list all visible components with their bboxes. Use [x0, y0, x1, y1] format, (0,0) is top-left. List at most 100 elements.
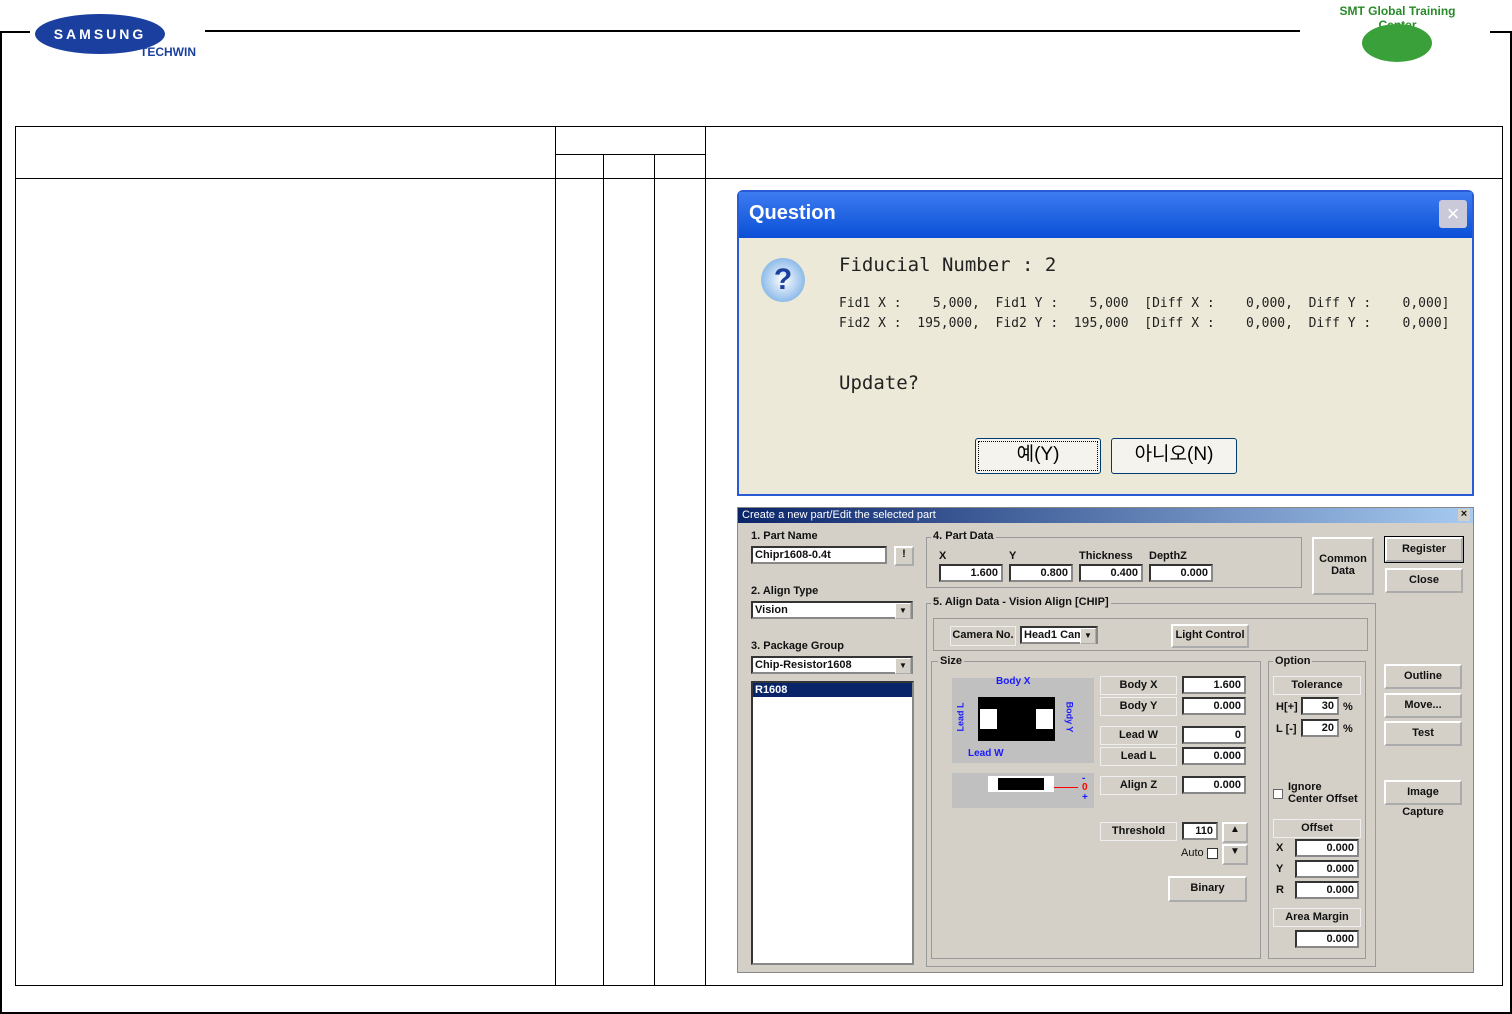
part-dialog-title: Create a new part/Edit the selected part [738, 508, 1473, 523]
zero-line [1054, 787, 1078, 788]
test-button[interactable]: Test [1384, 721, 1462, 746]
align-z-button[interactable]: Align Z [1100, 776, 1177, 795]
offset-y-input[interactable]: 0.000 [1295, 860, 1359, 878]
table-header-rule [15, 178, 1503, 179]
lead-l-button[interactable]: Lead L [1100, 747, 1177, 766]
chip-body [978, 697, 1055, 741]
part-name-input[interactable]: Chipr1608-0.4t [751, 546, 887, 564]
update-prompt: Update? [839, 372, 920, 394]
size-label: Size [938, 655, 965, 667]
offset-x-input[interactable]: 0.000 [1295, 839, 1359, 857]
common-data-button[interactable]: Common Data [1312, 537, 1374, 595]
camera-label: Camera No. [950, 626, 1016, 646]
part-dialog: Create a new part/Edit the selected part… [737, 507, 1474, 973]
question-dialog: Question × ? Fiducial Number : 2 Fid1 X … [737, 190, 1474, 496]
ignore-center-checkbox[interactable] [1273, 789, 1283, 799]
lead-l-input[interactable]: 0.000 [1182, 747, 1246, 765]
chip-diagram: Body X Lead L Body Y Lead W [952, 676, 1094, 763]
align-type-value: Vision [755, 604, 788, 616]
offset-label: Offset [1273, 819, 1361, 838]
table-subheader-rule [555, 154, 705, 155]
lead-w-input[interactable]: 0 [1182, 726, 1246, 744]
threshold-input[interactable]: 110 [1182, 822, 1218, 840]
depth-input[interactable]: 0.000 [1149, 564, 1213, 582]
list-item[interactable]: R1608 [753, 683, 912, 697]
part-name-button[interactable]: ! [894, 546, 914, 566]
move-button[interactable]: Move... [1384, 693, 1462, 718]
ignore-center-label: Ignore Center Offset [1288, 781, 1358, 805]
lead-l-label: Lead L [955, 702, 966, 732]
chip-side [988, 776, 1054, 792]
area-margin-label: Area Margin [1273, 908, 1361, 927]
training-center-logo: SMT Global Training Center [1339, 4, 1456, 32]
no-button[interactable]: 아니오(N) [1111, 438, 1237, 474]
fid2-line: Fid2 X : 195,000, Fid2 Y : 195,000 [Diff… [839, 316, 1450, 331]
threshold-down-button[interactable]: ▼ [1222, 844, 1248, 865]
area-margin-input[interactable]: 0.000 [1295, 930, 1359, 948]
question-icon: ? [761, 258, 805, 302]
close-icon[interactable]: × [1458, 509, 1470, 521]
package-group-value: Chip-Resistor1608 [755, 659, 852, 671]
package-list[interactable]: R1608 [751, 681, 914, 965]
close-button[interactable]: Close [1385, 568, 1463, 593]
offset-r-input[interactable]: 0.000 [1295, 881, 1359, 899]
camera-select[interactable]: Head1 Cam ▼ [1020, 626, 1098, 644]
y-label: Y [1009, 550, 1017, 562]
question-title: Question [739, 192, 1472, 238]
light-control-button[interactable]: Light Control [1171, 624, 1249, 648]
body-y-button[interactable]: Body Y [1100, 697, 1177, 716]
body-y-input[interactable]: 0.000 [1182, 697, 1246, 715]
close-icon[interactable]: × [1439, 200, 1467, 228]
outline-button[interactable]: Outline [1384, 664, 1462, 689]
auto-label: Auto [1181, 847, 1204, 859]
camera-value: Head1 Cam [1024, 629, 1084, 641]
align-z-input[interactable]: 0.000 [1182, 776, 1246, 794]
yes-button[interactable]: 예(Y) [975, 438, 1101, 474]
chevron-down-icon[interactable]: ▼ [1080, 628, 1096, 644]
l-input[interactable]: 20 [1301, 719, 1339, 737]
threshold-button[interactable]: Threshold [1100, 822, 1177, 841]
plus-label: + [1082, 792, 1088, 803]
binary-button[interactable]: Binary [1168, 876, 1247, 902]
part-data-label: 4. Part Data [931, 530, 996, 542]
chevron-down-icon[interactable]: ▼ [895, 658, 911, 674]
offset-y-label: Y [1276, 863, 1284, 875]
h-label: H[+] [1276, 701, 1298, 713]
align-type-select[interactable]: Vision ▼ [751, 601, 913, 619]
image-capture-button[interactable]: Image Capture [1384, 780, 1462, 818]
body-x-input[interactable]: 1.600 [1182, 676, 1246, 694]
lead-pad [1036, 709, 1053, 729]
lead-w-button[interactable]: Lead W [1100, 726, 1177, 745]
option-label: Option [1273, 655, 1313, 667]
align-data-label: 5. Align Data - Vision Align [CHIP] [931, 596, 1111, 608]
fiducial-number: Fiducial Number : 2 [839, 254, 1057, 276]
offset-r-label: R [1276, 884, 1284, 896]
x-input[interactable]: 1.600 [939, 564, 1003, 582]
tolerance-label: Tolerance [1273, 676, 1361, 695]
thickness-input[interactable]: 0.400 [1079, 564, 1143, 582]
col-line [603, 154, 604, 986]
part-name-label: 1. Part Name [751, 530, 818, 542]
x-label: X [939, 550, 947, 562]
fid1-line: Fid1 X : 5,000, Fid1 Y : 5,000 [Diff X :… [839, 296, 1450, 311]
register-button[interactable]: Register [1384, 536, 1464, 563]
align-type-label: 2. Align Type [751, 585, 819, 597]
y-input[interactable]: 0.800 [1009, 564, 1073, 582]
package-group-select[interactable]: Chip-Resistor1608 ▼ [751, 656, 913, 674]
auto-checkbox[interactable] [1207, 848, 1218, 859]
col-line [654, 154, 655, 986]
threshold-up-button[interactable]: ▲ [1222, 822, 1248, 843]
col-line [555, 126, 556, 986]
l-pct: % [1343, 723, 1353, 735]
l-label: L [-] [1276, 723, 1297, 735]
depth-label: DepthZ [1149, 550, 1187, 562]
h-input[interactable]: 30 [1301, 697, 1339, 715]
chevron-down-icon[interactable]: ▼ [895, 603, 911, 619]
offset-x-label: X [1276, 842, 1284, 854]
thickness-label: Thickness [1079, 550, 1133, 562]
side-diagram: - 0 + [952, 773, 1094, 808]
body-y-label: Body Y [1064, 701, 1075, 733]
body-x-button[interactable]: Body X [1100, 676, 1177, 695]
lead-w-label: Lead W [968, 748, 1004, 759]
col-line [705, 126, 706, 986]
